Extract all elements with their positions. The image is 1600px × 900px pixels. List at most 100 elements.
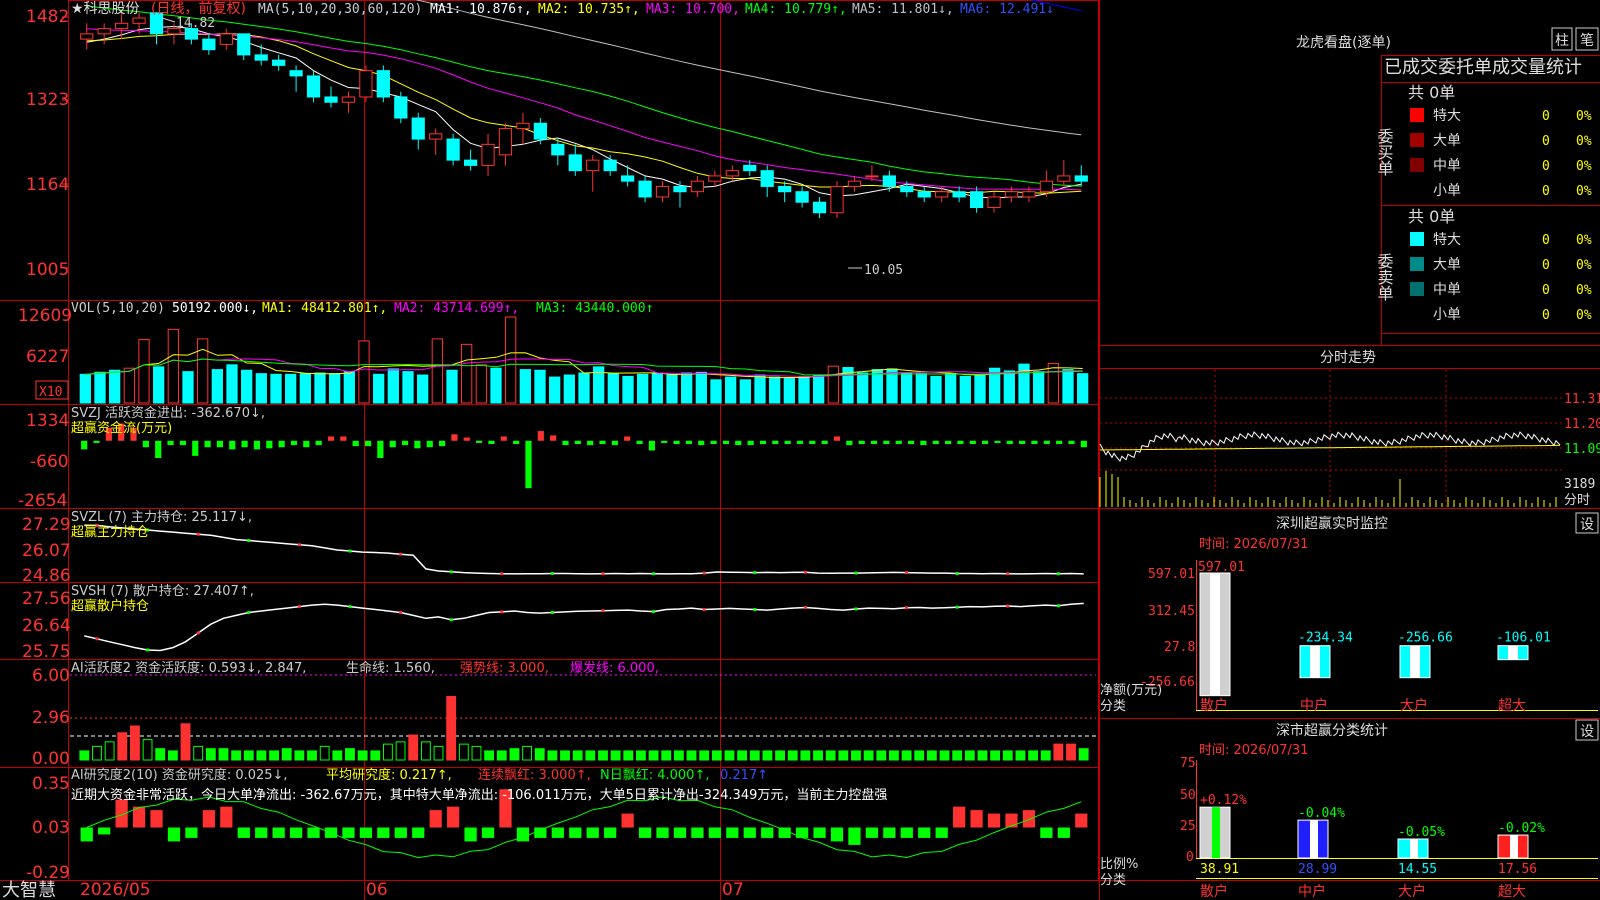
volume-bar	[211, 369, 223, 404]
activity-bar	[964, 750, 975, 761]
fund-flow-bar	[710, 440, 717, 445]
volume-bar	[901, 372, 913, 404]
volume-bar	[285, 373, 297, 404]
activity-bar	[1015, 750, 1026, 761]
fund-flow-bar	[192, 440, 199, 456]
sell-row-count: 0	[1542, 283, 1550, 298]
classify-axis-label: 比例%	[1100, 857, 1138, 872]
candle-body	[1074, 175, 1088, 182]
buy-color-swatch	[1410, 133, 1424, 147]
sell-row-label: 大单	[1433, 257, 1461, 273]
activity-bar	[673, 750, 684, 761]
candle-body	[987, 196, 1001, 208]
candle-body	[376, 70, 390, 98]
ai2-nday: N日飘红: 4.000↑,	[600, 767, 709, 783]
candle-body	[847, 180, 862, 187]
sell-side-label: 委卖单	[1375, 253, 1394, 301]
ma-line	[86, 32, 1082, 194]
retail-holding-line-path-tick	[601, 609, 605, 613]
ai2-y-axis: 0.35 0.03 -0.29	[26, 774, 70, 883]
candle-body	[725, 170, 739, 177]
retail-holding-line-path-tick	[652, 610, 656, 614]
retail-holding-line-path-tick	[348, 605, 352, 609]
candle-body	[1057, 175, 1071, 182]
volume-bar	[622, 375, 634, 404]
sell-color-swatch	[1410, 232, 1424, 246]
volume-bar	[446, 369, 458, 404]
volume-bar	[1062, 369, 1074, 404]
candle-body	[429, 133, 443, 140]
research-bar	[726, 827, 739, 838]
ai2-title: AI研究度2(10) 资金研究度: 0.025↓,	[71, 767, 288, 783]
activity-bar	[737, 750, 748, 761]
fund-flow-bar	[833, 436, 841, 441]
chart-mode: (日线，前复权)	[151, 0, 246, 17]
activity-bar	[129, 725, 140, 761]
ma2-value: MA2: 10.735↑,	[538, 2, 640, 17]
svsh-y-axis: 27.56 26.64 25.75	[22, 589, 71, 662]
fund-flow-bar	[303, 440, 310, 448]
candle-body	[865, 175, 879, 178]
activity-bar	[990, 750, 1001, 761]
intraday-title: 分时走势	[1320, 350, 1376, 366]
realtime-tick: 312.45	[1148, 604, 1195, 619]
activity-bar	[509, 748, 520, 761]
fund-flow-bar	[747, 440, 754, 446]
classify-title: 深市超赢分类统计	[1276, 722, 1388, 739]
candle-body	[621, 175, 635, 182]
activity-bar	[1053, 743, 1064, 761]
bar-mode-label: 柱	[1555, 33, 1569, 49]
volume-bar	[563, 374, 575, 404]
volume-bar	[402, 371, 414, 404]
fund-flow-bar	[550, 435, 557, 441]
candle-body	[359, 70, 373, 98]
volume-bar	[813, 374, 825, 404]
fund-flow-bar	[476, 440, 483, 443]
retail-holding-line-path-tick	[449, 618, 453, 622]
activity-bar	[635, 750, 646, 761]
volume-legend: VOL(5,10,20) 50192.000↓, MA1: 48412.801↑…	[71, 301, 653, 316]
ai1-tick: 6.00	[32, 666, 70, 686]
main-holding-line-path-tick	[702, 571, 706, 575]
research-bar	[778, 827, 791, 838]
activity-bar	[888, 750, 899, 761]
intraday-tick: 11.09	[1564, 442, 1600, 457]
activity-bar	[572, 750, 583, 761]
volume-bar	[94, 371, 106, 404]
svzl-tick: 27.29	[22, 515, 71, 535]
fund-flow-bar	[796, 440, 804, 445]
activity-bar	[496, 750, 507, 761]
fund-flow-bar	[537, 431, 544, 441]
fund-flow-bar	[1056, 440, 1063, 445]
candle-body	[1004, 191, 1019, 198]
candle-body	[882, 175, 896, 187]
candle-body	[586, 159, 600, 172]
fund-flow-bar	[821, 440, 828, 445]
volume-bar	[945, 373, 957, 404]
activity-bars	[79, 696, 1089, 761]
volume-bar	[358, 340, 370, 404]
main-holding-line-path-tick	[1056, 572, 1060, 576]
realtime-tick: 597.01	[1148, 567, 1195, 582]
activity-bar	[205, 748, 216, 761]
volume-bar	[681, 372, 693, 404]
fund-flow-bar	[1006, 440, 1013, 445]
sell-row-count: 0	[1542, 308, 1550, 323]
classify-bar-highlight	[1410, 838, 1418, 858]
research-bar	[569, 827, 582, 838]
activity-bar	[686, 750, 697, 761]
fund-flow-bar	[451, 434, 458, 441]
svzl-subtitle: 超赢主力持仓	[71, 524, 149, 540]
main-holding-line-path-tick	[803, 570, 807, 574]
activity-bar	[813, 750, 823, 761]
ai2-legend: AI研究度2(10) 资金研究度: 0.025↓, 平均研究度: 0.217↑,…	[71, 767, 887, 803]
realtime-settings-label: 设	[1580, 517, 1594, 533]
volume-bar	[519, 369, 531, 404]
research-bar	[813, 827, 826, 838]
sell-row-pct: 0%	[1576, 308, 1592, 323]
volume-bar	[387, 368, 399, 404]
main-holding-line-path-tick	[601, 572, 605, 576]
main-holding-line-path-tick	[196, 532, 200, 536]
activity-bar	[1002, 750, 1013, 761]
fund-flow-bar	[278, 440, 285, 448]
